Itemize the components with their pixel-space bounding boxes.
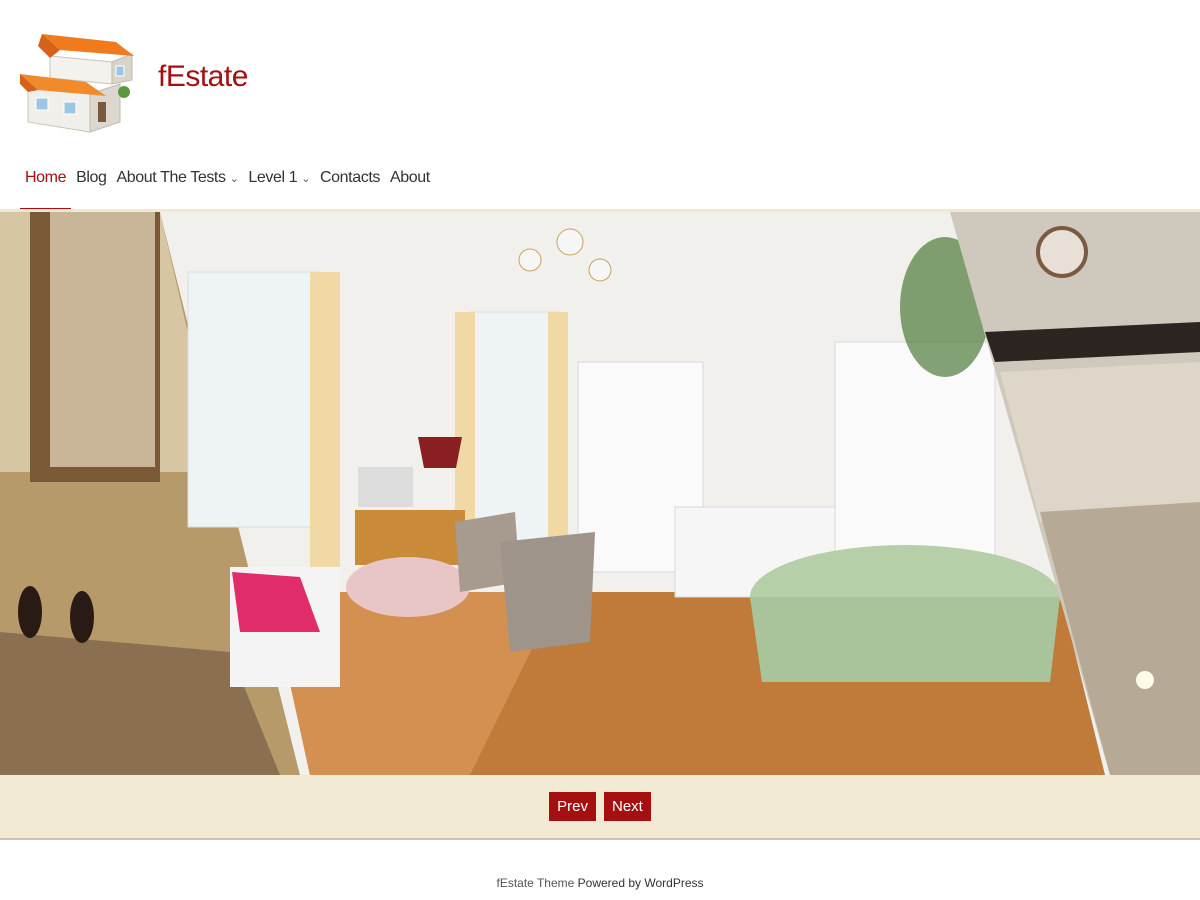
site-header: fEstate [0, 0, 1200, 150]
prev-button[interactable]: Prev [549, 792, 596, 821]
nav-item-label: Contacts [320, 169, 380, 186]
nav-item-about[interactable]: About [385, 160, 435, 208]
nav-item-contacts[interactable]: Contacts [315, 160, 385, 208]
theme-link[interactable]: fEstate Theme [496, 876, 574, 890]
slider-controls: Prev Next [0, 775, 1200, 840]
nav-item-label: Blog [76, 169, 107, 186]
main-navigation: Home Blog About The Tests ⌄ Level 1 ⌄ Co… [20, 160, 435, 210]
slider-image [0, 212, 1200, 775]
nav-item-label: Home [25, 169, 67, 186]
nav-item-label: About The Tests [116, 169, 226, 186]
nav-item-home[interactable]: Home [20, 160, 72, 210]
chevron-down-icon[interactable]: ⌄ [301, 160, 310, 198]
image-slider[interactable] [0, 212, 1200, 775]
nav-item-label: Level 1 [248, 169, 298, 186]
site-footer: fEstate Theme Powered by WordPress [0, 876, 1200, 890]
nav-item-level-1[interactable]: Level 1 ⌄ [243, 160, 315, 208]
nav-item-blog[interactable]: Blog [71, 160, 111, 208]
nav-item-label: About [389, 169, 430, 186]
powered-by-link[interactable]: Powered by WordPress [578, 876, 704, 890]
site-title[interactable]: fEstate [158, 60, 248, 94]
nav-item-about-the-tests[interactable]: About The Tests ⌄ [112, 160, 244, 208]
next-button[interactable]: Next [604, 792, 651, 821]
chevron-down-icon[interactable]: ⌄ [230, 160, 239, 198]
house-icon[interactable] [18, 26, 140, 136]
